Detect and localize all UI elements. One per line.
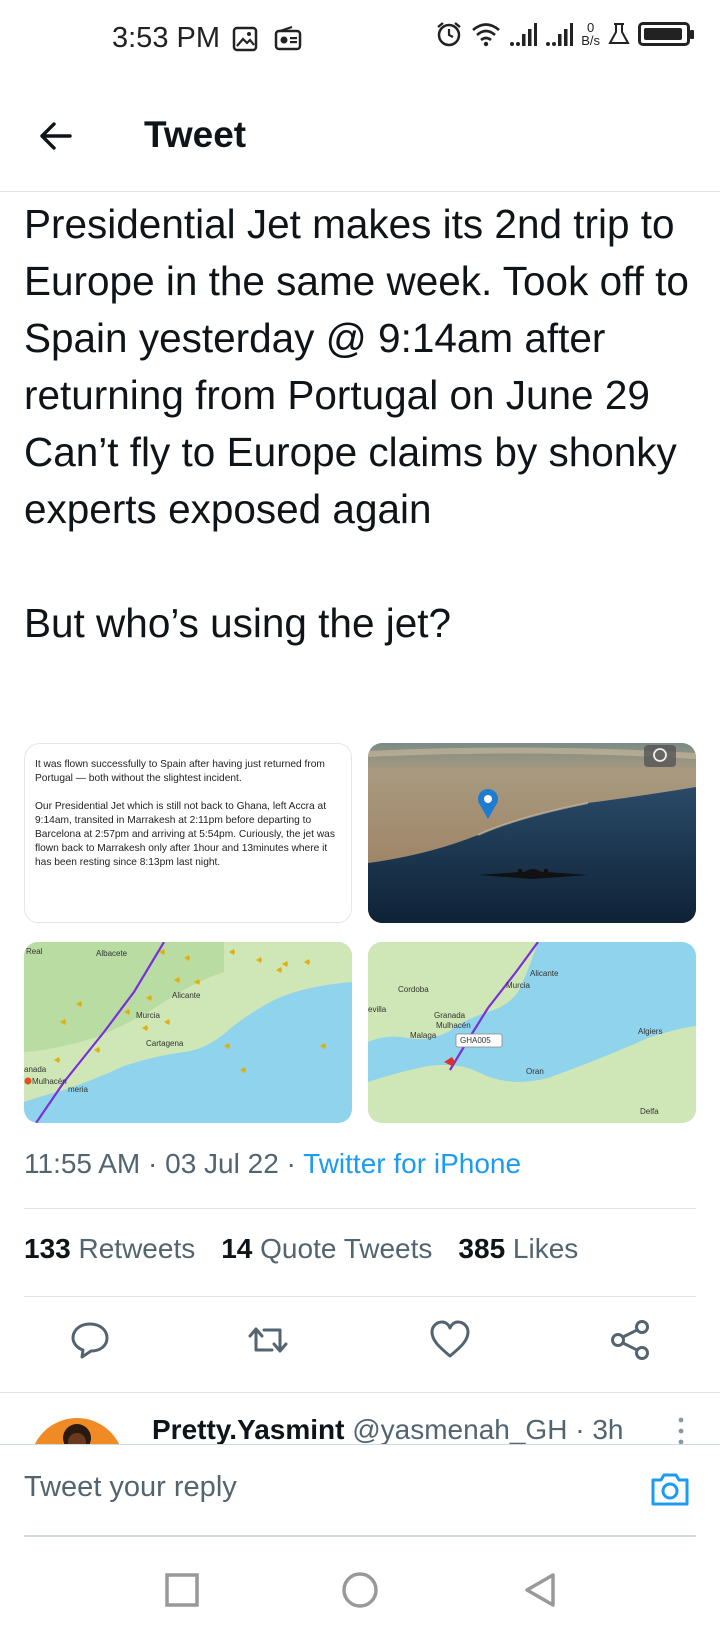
map-label: GHA005 xyxy=(460,1036,491,1045)
app-header: Tweet xyxy=(0,80,720,192)
share-icon[interactable] xyxy=(608,1318,652,1362)
map-label: meria xyxy=(68,1085,89,1094)
radio-icon xyxy=(274,26,302,51)
map-label: Real xyxy=(26,947,43,956)
back-arrow-icon[interactable] xyxy=(36,116,76,156)
home-icon[interactable] xyxy=(340,1570,380,1610)
map-label: Albacete xyxy=(96,949,128,958)
map-label: Murcia xyxy=(136,1011,161,1020)
reply-age: 3h xyxy=(592,1414,624,1444)
reply-handle: @yasmenah_GH xyxy=(352,1414,568,1444)
quote-tweets-stat[interactable]: 14 Quote Tweets xyxy=(221,1233,432,1265)
battery-level xyxy=(644,28,682,40)
tweet-stats: 133 Retweets 14 Quote Tweets 385 Likes xyxy=(24,1233,578,1265)
reply-input[interactable]: Tweet your reply xyxy=(24,1471,237,1504)
map-label: Murcia xyxy=(506,981,531,990)
flight-map-spain: Real Albacete Alicante Murcia Cartagena … xyxy=(24,942,352,1123)
map-label: Alicante xyxy=(172,991,201,1000)
divider xyxy=(24,1208,696,1209)
media-image-map-2[interactable]: Alicante Cordoba Murcia evilla Granada M… xyxy=(368,942,696,1123)
signal-icon xyxy=(546,23,574,46)
net-speed: 0 B/s xyxy=(581,20,600,48)
tweet-actions xyxy=(0,1318,720,1378)
reply-bar: Tweet your reply xyxy=(0,1444,720,1537)
status-bar: 3:53 PM 0 B/s xyxy=(0,0,720,80)
reply-underline xyxy=(24,1535,696,1537)
retweet-icon[interactable] xyxy=(246,1318,290,1362)
lab-icon xyxy=(608,23,630,44)
media-image-flight-photo[interactable] xyxy=(368,743,696,923)
like-heart-icon[interactable] xyxy=(428,1318,472,1362)
reply-preview[interactable]: Pretty.Yasmint @yasmenah_GH · 3h xyxy=(0,1394,720,1444)
tweet-date: 03 Jul 22 xyxy=(165,1148,279,1179)
back-triangle-icon[interactable] xyxy=(520,1570,560,1610)
flight-photo xyxy=(368,743,696,923)
map-label: evilla xyxy=(368,1005,387,1014)
avatar[interactable] xyxy=(30,1418,124,1444)
system-navbar xyxy=(0,1540,720,1640)
retweets-stat[interactable]: 133 Retweets xyxy=(24,1233,195,1265)
map-label: Delfa xyxy=(640,1107,659,1116)
map-label: Mulhacén xyxy=(32,1077,67,1086)
map-label: anada xyxy=(24,1065,47,1074)
document-screenshot-text: It was flown successfully to Spain after… xyxy=(35,759,335,868)
map-label: Alicante xyxy=(530,969,559,978)
map-label: Cartagena xyxy=(146,1039,184,1048)
map-label: Oran xyxy=(526,1067,544,1076)
camera-icon[interactable] xyxy=(648,1467,692,1511)
alarm-icon xyxy=(437,22,461,47)
divider xyxy=(24,1296,696,1297)
page-title: Tweet xyxy=(144,114,247,155)
tweet-time: 11:55 AM xyxy=(24,1148,141,1179)
signal-icon xyxy=(510,23,538,46)
map-label: Mulhacén xyxy=(436,1021,471,1030)
more-vertical-icon[interactable] xyxy=(678,1416,684,1444)
map-label: Malaga xyxy=(410,1031,437,1040)
divider xyxy=(0,1392,720,1393)
recent-apps-icon[interactable] xyxy=(162,1570,202,1610)
wifi-icon xyxy=(472,23,501,47)
media-image-map-1[interactable]: Real Albacete Alicante Murcia Cartagena … xyxy=(24,942,352,1123)
reply-display-name: Pretty.Yasmint xyxy=(152,1414,345,1444)
likes-stat[interactable]: 385 Likes xyxy=(458,1233,578,1265)
reply-icon[interactable] xyxy=(68,1318,112,1362)
media-image-document[interactable]: It was flown successfully to Spain after… xyxy=(24,743,352,923)
tweet-text: Presidential Jet makes its 2nd trip to E… xyxy=(24,201,689,646)
map-label: Algiers xyxy=(638,1027,662,1036)
flight-map-route: Alicante Cordoba Murcia evilla Granada M… xyxy=(368,942,696,1123)
tweet-meta: 11:55 AM · 03 Jul 22 · Twitter for iPhon… xyxy=(24,1148,522,1179)
tweet-media-grid[interactable]: It was flown successfully to Spain after… xyxy=(24,743,696,1123)
tweet-source-link[interactable]: Twitter for iPhone xyxy=(303,1148,521,1179)
status-time: 3:53 PM xyxy=(112,22,220,54)
map-label: Cordoba xyxy=(398,985,429,994)
gallery-icon xyxy=(232,26,258,52)
battery-icon xyxy=(638,22,694,46)
reply-author: Pretty.Yasmint @yasmenah_GH · 3h xyxy=(152,1414,624,1444)
map-label: Granada xyxy=(434,1011,466,1020)
